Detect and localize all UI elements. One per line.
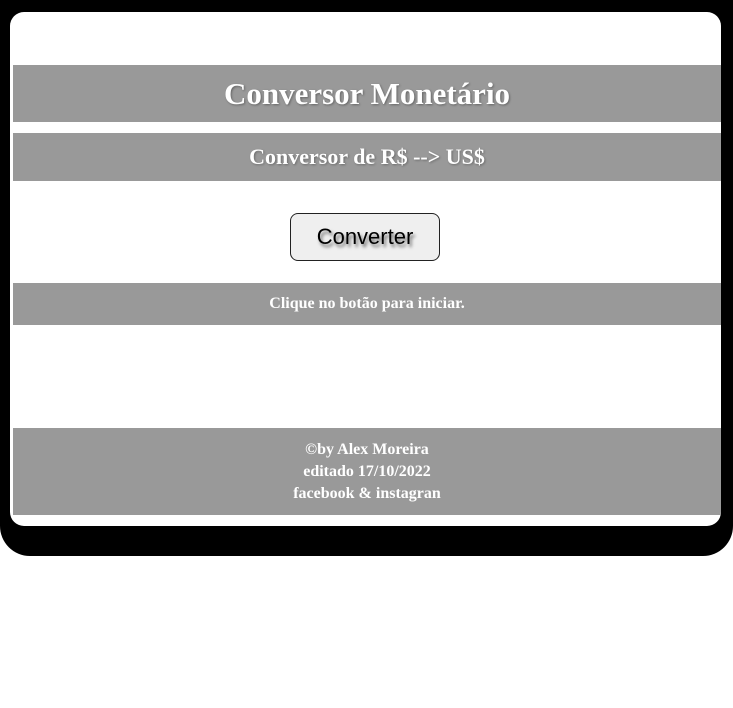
- status-message: Clique no botão para iniciar.: [13, 283, 721, 325]
- footer: ©by Alex Moreira editado 17/10/2022 face…: [13, 428, 721, 515]
- footer-edited-date: editado 17/10/2022: [303, 463, 431, 480]
- page-screen: Conversor Monetário Conversor de R$ --> …: [10, 12, 721, 526]
- convert-button[interactable]: Converter: [290, 213, 440, 261]
- footer-social: facebook & instagran: [293, 485, 441, 502]
- device-frame: Conversor Monetário Conversor de R$ --> …: [0, 0, 733, 556]
- page-subtitle: Conversor de R$ --> US$: [13, 133, 721, 181]
- page-title: Conversor Monetário: [13, 65, 721, 122]
- footer-credit: ©by Alex Moreira: [305, 441, 429, 458]
